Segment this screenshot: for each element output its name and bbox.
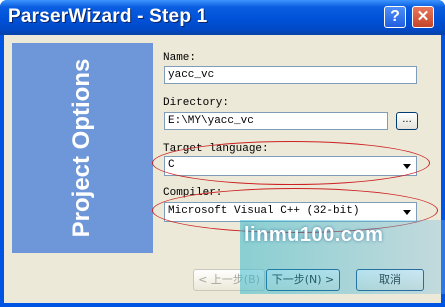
project-options-banner: Project Options [12, 43, 153, 253]
target-language-label: Target language: [163, 143, 269, 155]
help-button[interactable]: ? [384, 6, 406, 28]
browse-button[interactable]: ... [396, 112, 418, 130]
back-button[interactable]: < 上一步(B) [193, 269, 265, 291]
next-button[interactable]: 下一步(N) > [266, 269, 340, 291]
compiler-label: Compiler: [163, 187, 223, 199]
window-title: ParserWizard - Step 1 [8, 6, 208, 27]
directory-label: Directory: [163, 97, 230, 109]
directory-input[interactable]: E:\MY\yacc_vc [164, 112, 388, 130]
title-bar[interactable]: ParserWizard - Step 1 ? ✕ [0, 0, 445, 35]
name-label: Name: [163, 52, 197, 64]
dialog-window: ParserWizard - Step 1 ? ✕ Project Option… [0, 0, 445, 307]
close-button[interactable]: ✕ [412, 6, 434, 28]
name-input[interactable]: yacc_vc [164, 66, 417, 84]
target-language-value: C [168, 159, 175, 171]
chevron-down-icon[interactable] [399, 158, 415, 174]
target-language-select[interactable]: C [164, 156, 417, 176]
chevron-down-icon[interactable] [399, 204, 415, 220]
dialog-body: Project Options Name: yacc_vc Directory:… [4, 35, 441, 303]
compiler-value: Microsoft Visual C++ (32-bit) [168, 205, 360, 217]
cancel-button[interactable]: 取消 [356, 269, 424, 291]
compiler-select[interactable]: Microsoft Visual C++ (32-bit) [164, 202, 417, 222]
banner-title: Project Options [68, 58, 95, 238]
